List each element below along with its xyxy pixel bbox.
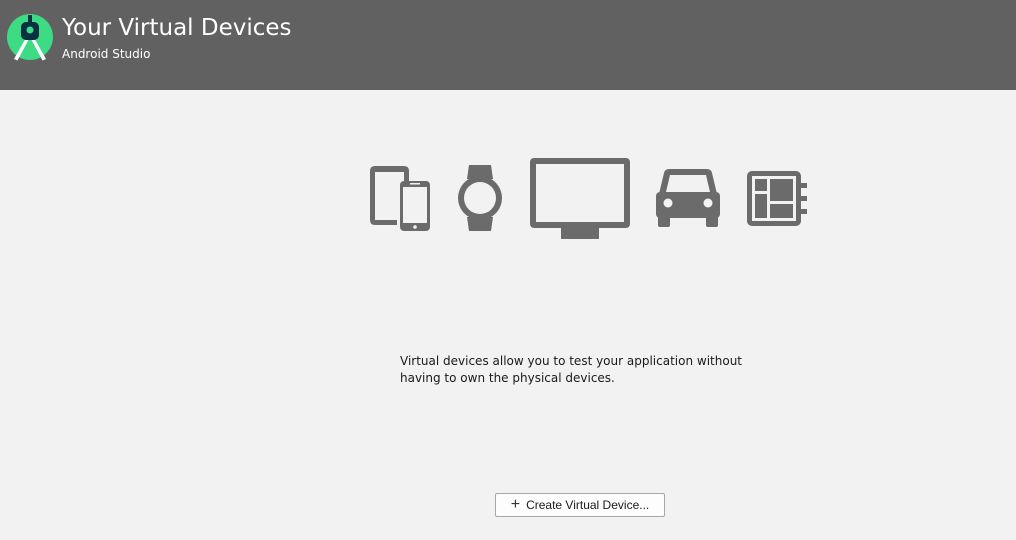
description-text: Virtual devices allow you to test your a… [400, 354, 742, 385]
phone-tablet-icon [368, 165, 432, 233]
page-subtitle: Android Studio [62, 47, 151, 61]
main-content: Virtual devices allow you to test your a… [0, 90, 1016, 540]
things-board-icon [746, 170, 808, 228]
create-virtual-device-button[interactable]: + Create Virtual Device... [495, 493, 665, 517]
android-studio-logo-icon [5, 12, 55, 62]
create-virtual-device-label: Create Virtual Device... [526, 498, 650, 512]
wear-watch-icon [455, 163, 505, 233]
page-title: Your Virtual Devices [62, 15, 292, 41]
plus-icon: + [510, 496, 521, 513]
tv-icon [529, 157, 631, 241]
header-bar: Your Virtual Devices Android Studio [0, 0, 1016, 90]
car-icon [655, 168, 721, 230]
